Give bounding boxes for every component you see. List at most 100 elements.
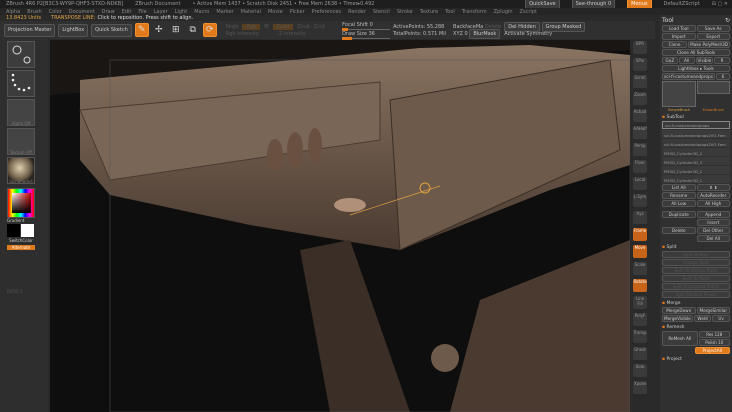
insert-button[interactable]: Insert — [696, 219, 730, 226]
subtool-item[interactable]: PM3D_Cylinder3D_2 — [662, 166, 730, 174]
merge-visible-button[interactable]: MergeVisible — [662, 315, 693, 322]
viewport-canvas[interactable] — [50, 40, 630, 412]
duplicate-button[interactable]: Duplicate — [662, 211, 696, 218]
draw-button[interactable]: ✢ — [152, 23, 166, 37]
delete-subtool-button[interactable]: Delete — [662, 227, 696, 234]
menu-zplugin[interactable]: Zplugin — [494, 9, 513, 15]
refresh-icon[interactable]: ↻ — [725, 17, 730, 24]
remesh-all-button[interactable]: ReMesh All — [662, 331, 698, 346]
shelf-bpr[interactable]: BPR — [633, 41, 647, 54]
lightbox-button[interactable]: LightBox — [58, 23, 89, 37]
list-all-button[interactable]: List All — [662, 184, 696, 191]
res-slider[interactable]: Res 128 — [698, 331, 730, 338]
gradient-label[interactable]: Gradient — [7, 218, 35, 223]
zadd-button[interactable]: Zadd — [272, 23, 294, 30]
eraser-brush-thumb[interactable]: EraserBrush — [703, 108, 724, 112]
zcut-button[interactable]: Zcut — [314, 24, 325, 30]
tool-save-as-button[interactable]: Save As — [696, 25, 730, 32]
weld-button[interactable]: Weld — [693, 315, 712, 322]
alternate-button[interactable]: Alternate — [7, 245, 35, 250]
move-up-button[interactable]: ⬆ ⬇ — [696, 184, 730, 191]
quick-sketch-button[interactable]: Quick Sketch — [91, 23, 132, 37]
rgb-intensity-slider[interactable]: Rgb Intensity — [226, 31, 259, 37]
menu-material[interactable]: Material — [241, 9, 261, 15]
project-section[interactable]: Project — [662, 357, 730, 362]
tool-all-button[interactable]: All — [678, 57, 695, 64]
rename-button[interactable]: Rename — [662, 192, 696, 199]
menu-color[interactable]: Color — [49, 9, 62, 15]
append-button[interactable]: Append — [696, 211, 730, 218]
menu-document[interactable]: Document — [69, 9, 95, 15]
menu-picker[interactable]: Picker — [290, 9, 305, 15]
menu-stencil[interactable]: Stencil — [373, 9, 390, 15]
menu-transform[interactable]: Transform — [462, 9, 487, 15]
subtool-section[interactable]: SubTool — [662, 115, 730, 120]
del-other-button[interactable]: Del Other — [696, 227, 730, 234]
menu-light[interactable]: Light — [175, 9, 187, 15]
menu-file[interactable]: File — [138, 9, 146, 15]
mrgb-button[interactable]: Mrgb — [226, 24, 239, 30]
menu-macro[interactable]: Macro — [194, 9, 209, 15]
split-button[interactable]: Split Hidden — [662, 251, 730, 258]
shelf-solo[interactable]: Solo — [633, 364, 647, 377]
project-all-button[interactable]: ProjectAll — [694, 347, 730, 354]
tool-goz-button[interactable]: GoZ — [662, 57, 678, 64]
del-all-button[interactable]: Del All — [696, 235, 730, 242]
z-intensity-slider[interactable]: Z Intensity — [279, 31, 306, 37]
tool-thumb-2[interactable] — [696, 81, 730, 94]
menu-stroke[interactable]: Stroke — [397, 9, 413, 15]
transpose-brush-icon[interactable] — [7, 41, 35, 68]
rgb-button[interactable]: Rgb — [242, 23, 261, 30]
projection-master-button[interactable]: Projection Master — [4, 23, 56, 37]
menu-movie[interactable]: Movie — [268, 9, 283, 15]
rotate-button[interactable]: ⟳ — [202, 23, 217, 37]
uv-button[interactable]: Uv — [712, 315, 731, 322]
menu-alpha[interactable]: Alpha — [6, 9, 20, 15]
subtool-item[interactable]: PM3D_Cylinder3D_1 — [662, 175, 730, 183]
shelf-spix[interactable]: SPix — [633, 58, 647, 71]
menu-render[interactable]: Render — [348, 9, 366, 15]
shelf-move[interactable]: Move — [633, 245, 647, 258]
current-tool-slider[interactable]: sci-fi-costumeandprops — [662, 73, 715, 80]
menu-texture[interactable]: Texture — [420, 9, 438, 15]
menu-draw[interactable]: Draw — [102, 9, 115, 15]
merge-section[interactable]: Merge — [662, 301, 730, 306]
shelf-local[interactable]: Local — [633, 177, 647, 190]
split-button[interactable]: Split Masked Points — [662, 291, 730, 298]
tool-clone-all-subtools-button[interactable]: Clone All SubTools — [662, 49, 730, 56]
secondary-color[interactable] — [21, 224, 34, 237]
tool-lighthbox-tools-button[interactable]: Lighthbox ▸ Tools — [662, 65, 730, 72]
menu-layer[interactable]: Layer — [154, 9, 168, 15]
menu-brush[interactable]: Brush — [27, 9, 41, 15]
shelf-floor[interactable]: Floor — [633, 160, 647, 173]
dots-stroke-icon[interactable] — [7, 70, 35, 97]
subtool-item[interactable]: sci-fi-costumeandprops2VO-Fem — [662, 139, 730, 147]
shelf-frame[interactable]: Frame — [633, 228, 647, 241]
subtool-item[interactable]: sci-fi-costumeandprops2VO-Fem — [662, 130, 730, 138]
merge-similar-button[interactable]: MergeSimilar — [696, 307, 730, 314]
shelf-aahalf[interactable]: AAHalf — [633, 126, 647, 139]
shelf-xyz[interactable]: Xyz — [633, 211, 647, 224]
all-low-button[interactable]: All Low — [662, 200, 696, 207]
tool-clone-button[interactable]: Clone — [662, 41, 688, 48]
menu-tool[interactable]: Tool — [445, 9, 455, 15]
xyz-slider[interactable]: XYZ 0 — [453, 31, 468, 37]
tool-thumb-current[interactable] — [662, 81, 696, 107]
activate-symmetry-button[interactable]: Activate Symmetry — [504, 31, 585, 37]
shelf-actual[interactable]: Actual — [633, 109, 647, 122]
polish-slider[interactable]: Polish 10 — [698, 339, 730, 346]
subtool-item[interactable]: sci-fi-costumeandprops — [662, 121, 730, 129]
shelf-rotate[interactable]: Rotate — [633, 279, 647, 292]
remesh-section[interactable]: Remesh — [662, 325, 730, 330]
focal-shift-slider[interactable]: Focal Shift 0 — [342, 22, 390, 28]
menu-edit[interactable]: Edit — [122, 9, 132, 15]
autoreorder-button[interactable]: AutoReorder — [696, 192, 730, 199]
scale-button[interactable]: ⧉ — [186, 23, 200, 37]
shelf-zoom[interactable]: Zoom — [633, 92, 647, 105]
tool-make-polymesh3d-button[interactable]: Make PolyMesh3D — [688, 41, 730, 48]
shelf-transp[interactable]: Transp — [633, 330, 647, 343]
menu-zscript[interactable]: Zscript — [520, 9, 537, 15]
tool-visible-button[interactable]: Visible — [695, 57, 714, 64]
shelf-persp[interactable]: Persp — [633, 143, 647, 156]
edit-button[interactable]: ✎ — [134, 23, 149, 37]
